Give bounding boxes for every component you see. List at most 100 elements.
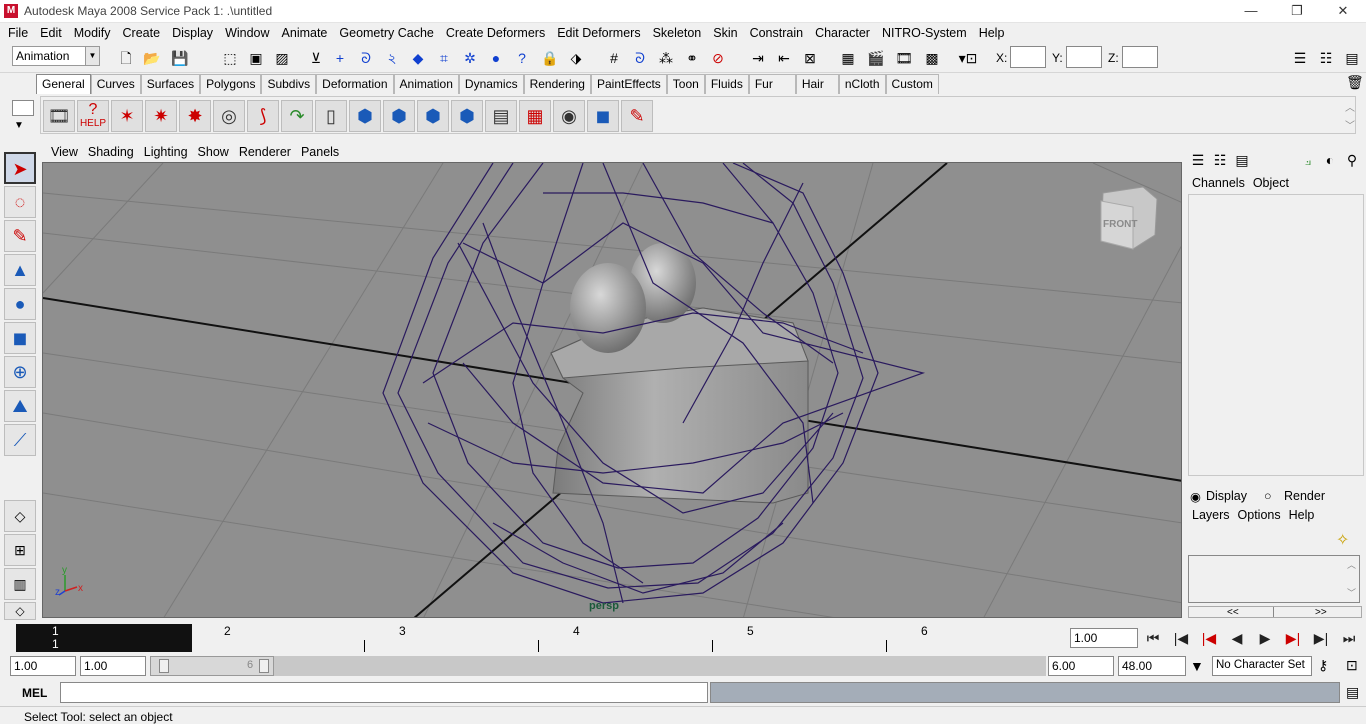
camera-aim-icon[interactable]: ✷ [145, 100, 177, 132]
pin-icon[interactable]: ⚲ [1342, 150, 1362, 170]
soft-modification-icon[interactable]: ⛰ [4, 390, 36, 422]
construction-history-icon[interactable]: ⊠ [800, 48, 820, 68]
menu-geometry-cache[interactable]: Geometry Cache [333, 26, 439, 40]
layer-menu-layers[interactable]: Layers [1188, 508, 1234, 526]
shelf-tab-toon[interactable]: Toon [666, 74, 705, 94]
snap-grid-icon[interactable]: # [604, 48, 624, 68]
panel-menu-lighting[interactable]: Lighting [139, 145, 193, 159]
menu-help[interactable]: Help [973, 26, 1011, 40]
panel-menu-shading[interactable]: Shading [83, 145, 139, 159]
open-scene-icon[interactable]: 📂 [142, 48, 162, 68]
panel-menu-panels[interactable]: Panels [296, 145, 344, 159]
paint-weights-icon[interactable]: ✎ [621, 100, 653, 132]
help-shelf-button[interactable]: ? HELP [77, 100, 109, 132]
display-radio-label[interactable]: Display [1206, 489, 1247, 503]
end-time-field[interactable]: 48.00 [1118, 656, 1186, 676]
step-back-key-icon[interactable]: |◀ [1198, 627, 1220, 649]
shelf-menu-arrow-icon[interactable]: ▼ [14, 120, 24, 131]
cube-group-4-icon[interactable]: ⬢ [451, 100, 483, 132]
menu-create[interactable]: Create [117, 26, 167, 40]
play-forwards-icon[interactable]: ▶ [1254, 627, 1276, 649]
select-handles-icon[interactable]: + [330, 48, 350, 68]
select-surfaces-icon[interactable]: ◆ [408, 48, 428, 68]
select-component-icon[interactable]: ▨ [272, 48, 292, 68]
character-set-dropdown-icon[interactable]: ▼ [1190, 658, 1204, 674]
menu-nitro-system[interactable]: NITRO-System [876, 26, 973, 40]
menu-animate[interactable]: Animate [276, 26, 334, 40]
channel-box-icon[interactable]: ▤ [1342, 48, 1362, 68]
panel-menu-renderer[interactable]: Renderer [234, 145, 296, 159]
range-start-handle[interactable] [159, 659, 169, 673]
script-editor-icon[interactable]: ▤ [485, 100, 517, 132]
shelf-tab-ncloth[interactable]: nCloth [838, 74, 886, 94]
go-to-end-icon[interactable]: ⏭ [1338, 627, 1360, 649]
selection-grid-icon[interactable]: ▦ [519, 100, 551, 132]
select-rendering-icon[interactable]: ● [486, 48, 506, 68]
menu-edit[interactable]: Edit [34, 26, 68, 40]
four-view-layout-icon[interactable]: ⊞ [4, 534, 36, 566]
shelf-tab-polygons[interactable]: Polygons [200, 74, 262, 94]
maximize-button[interactable]: ❐ [1274, 0, 1320, 23]
playback-end-field[interactable]: 6.00 [1048, 656, 1114, 676]
y-input[interactable] [1066, 46, 1102, 68]
output-connections-icon[interactable]: ⇤ [774, 48, 794, 68]
select-joints-icon[interactable]: ᘐ [356, 48, 376, 68]
menu-constrain[interactable]: Constrain [744, 26, 810, 40]
cube-arrow-icon[interactable]: ◼ [587, 100, 619, 132]
shelf-tab-dynamics[interactable]: Dynamics [458, 74, 524, 94]
menu-skin[interactable]: Skin [707, 26, 743, 40]
shading-sphere-icon[interactable]: ◐ [1320, 150, 1340, 170]
move-tool-icon[interactable]: ▲ [4, 254, 36, 286]
render-radio-icon[interactable]: ○ [1264, 489, 1272, 503]
shelf-tab-painteffects[interactable]: PaintEffects [590, 74, 667, 94]
layer-editor-only-icon[interactable]: ☷ [1210, 150, 1230, 170]
joint-tool-icon[interactable]: ⟆ [247, 100, 279, 132]
snap-view-plane-icon[interactable]: ⚭ [682, 48, 702, 68]
paint-select-tool-icon[interactable]: ✎ [4, 220, 36, 252]
menu-create-deformers[interactable]: Create Deformers [440, 26, 551, 40]
save-scene-icon[interactable]: 💾 [170, 48, 190, 68]
select-tool-icon[interactable]: ➤ [4, 152, 36, 184]
input-connections-icon[interactable]: ⇥ [748, 48, 768, 68]
range-slider-bar[interactable]: 6 [150, 656, 274, 676]
mel-label[interactable]: MEL [22, 686, 47, 700]
close-button[interactable]: ✕ [1320, 0, 1366, 23]
panel-menu-show[interactable]: Show [193, 145, 234, 159]
step-back-frame-icon[interactable]: |◀ [1170, 627, 1192, 649]
menu-character[interactable]: Character [809, 26, 876, 40]
shelf-tab-deformation[interactable]: Deformation [316, 74, 394, 94]
menu-file[interactable]: File [2, 26, 34, 40]
channel-layer-icon[interactable]: ▤ [1232, 150, 1252, 170]
new-scene-icon[interactable]: 🗋 [116, 48, 136, 68]
view-cube[interactable]: FRONT [1100, 186, 1158, 250]
panel-menu-view[interactable]: View [46, 145, 83, 159]
film-icon[interactable]: 🎞 [43, 100, 75, 132]
menu-set-dropdown[interactable]: Animation ▼ [12, 46, 100, 66]
auto-key-icon[interactable]: ⚷ [1318, 657, 1328, 674]
playback-start-field[interactable]: 1.00 [80, 656, 146, 676]
outliner-perspective-layout-icon[interactable]: ▥ [4, 568, 36, 600]
show-manipulator-icon[interactable]: ⟋ [4, 424, 36, 456]
animation-preferences-icon[interactable]: ⊡ [1346, 657, 1358, 674]
menu-display[interactable]: Display [166, 26, 219, 40]
universal-manipulator-icon[interactable]: ⊕ [4, 356, 36, 388]
hair-cap-icon[interactable]: ▯ [315, 100, 347, 132]
snap-curve-icon[interactable]: ᘐ [630, 48, 650, 68]
layer-menu-options[interactable]: Options [1234, 508, 1285, 526]
command-input[interactable] [60, 682, 708, 703]
channel-box-tab-object[interactable]: Object [1249, 176, 1293, 194]
layer-scroll-up-icon[interactable]: ︿ [1347, 558, 1356, 571]
layer-menu-help[interactable]: Help [1285, 508, 1319, 526]
select-curves-icon[interactable]: ২ [382, 48, 402, 68]
range-end-handle[interactable] [259, 659, 269, 673]
layer-scroll-down-icon[interactable]: ﹀ [1347, 586, 1356, 599]
shelf-tab-hair[interactable]: Hair [795, 74, 839, 94]
layer-horizontal-scroll[interactable]: << >> [1188, 606, 1362, 618]
channel-box-tab-channels[interactable]: Channels [1188, 176, 1249, 194]
binoculars-icon[interactable]: ◎ [213, 100, 245, 132]
shelf-tab-general[interactable]: General [36, 74, 91, 94]
highlight-selection-icon[interactable]: ⬗ [566, 48, 586, 68]
select-hierarchy-icon[interactable]: ⬚ [220, 48, 240, 68]
current-time-field[interactable]: 1.00 [1070, 628, 1138, 648]
axis-triad-icon[interactable]: ⟓ [1298, 150, 1318, 170]
